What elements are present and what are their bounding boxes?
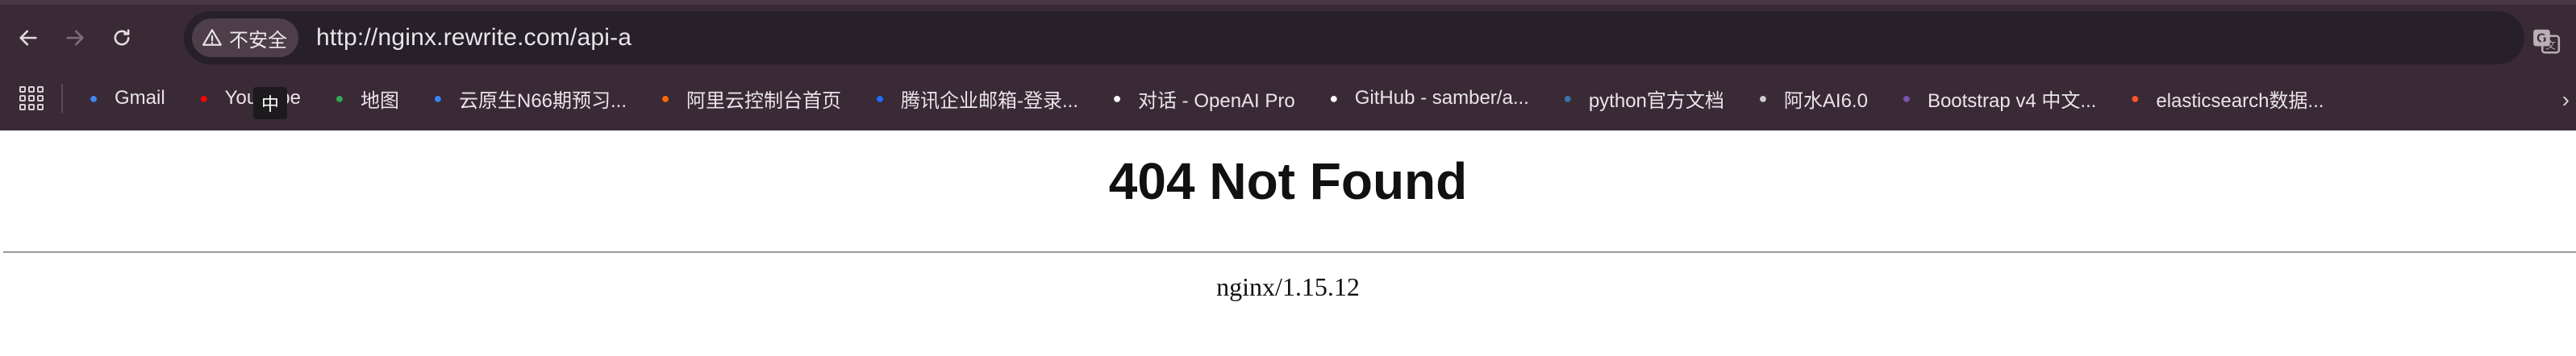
bookmark-item[interactable]: ● elasticsearch数据... [2124,85,2324,113]
bookmark-label: GitHub - samber/a... [1354,87,1529,109]
more-bookmarks-icon[interactable]: › [2562,87,2570,113]
forward-arrow-icon [66,30,84,46]
divider [3,251,2576,253]
bookmark-item[interactable]: ● 对话 - OpenAI Pro [1106,85,1295,113]
url-text[interactable]: http://nginx.rewrite.com/api-a [316,24,631,52]
cloud-icon: ● [433,89,443,106]
translate-icon[interactable]: G 文 [2531,26,2561,56]
bookmark-label: Gmail [115,87,165,109]
bookmark-item[interactable]: ● Gmail [82,87,165,110]
bookmark-item[interactable]: ● GitHub - samber/a... [1323,87,1529,110]
browser-chrome: 不安全 http://nginx.rewrite.com/api-a G 文 ●… [0,0,2576,130]
bookmark-item[interactable]: ● Bootstrap v4 中文... [1895,85,2097,113]
aliyun-icon: ● [661,89,670,106]
back-button[interactable] [10,19,47,56]
security-indicator[interactable]: 不安全 [192,19,298,57]
youtube-icon: ● [199,89,209,106]
server-signature: nginx/1.15.12 [1216,272,1360,301]
bookmark-item[interactable]: ● 腾讯企业邮箱-登录... [869,85,1078,113]
bookmark-label: Bootstrap v4 中文... [1927,89,2097,112]
bookmark-item[interactable]: ● 地图 [328,85,399,113]
back-arrow-icon [19,30,37,46]
reload-icon [114,29,130,46]
forward-button[interactable] [56,19,94,56]
reload-button[interactable] [103,19,140,56]
python-icon: ● [1563,89,1573,106]
bookmark-label: 阿里云控制台首页 [686,89,842,112]
bookmark-item[interactable]: ● python官方文档 [1557,85,1724,113]
bookmark-item[interactable]: ● 阿里云控制台首页 [654,85,841,113]
warning-icon [202,29,222,46]
gmail-icon: ● [89,89,98,106]
maps-icon: ● [335,89,344,106]
bookmark-label: 腾讯企业邮箱-登录... [901,89,1079,112]
csdn-icon: ● [2130,89,2140,106]
page-content: 404 Not Found nginx/1.15.12 [0,130,2576,356]
tencent-mail-icon: ● [875,89,885,106]
bookmark-label: 地图 [360,89,399,112]
page-title: 404 Not Found [1108,152,1468,210]
apps-grid-icon[interactable] [19,86,44,110]
bookmarks-bar: ●Gmail●YouTube●地图●云原生N66期预习...●阿里云控制台首页●… [0,81,2576,116]
ime-indicator: 中 [253,87,287,119]
openai-icon: ● [1112,89,1122,106]
bookmark-item[interactable]: ● 阿水AI6.0 [1752,85,1868,113]
bootstrap-icon: ● [1902,89,1911,106]
bookmark-label: 云原生N66期预习... [458,89,627,112]
address-bar[interactable]: 不安全 http://nginx.rewrite.com/api-a [184,11,2524,64]
bookmarks-divider [61,84,63,113]
ai-icon: ● [1758,89,1768,106]
bookmark-label: elasticsearch数据... [2156,89,2324,112]
bookmark-item[interactable]: ● 云原生N66期预习... [427,85,627,113]
bookmark-label: 对话 - OpenAI Pro [1138,89,1295,112]
svg-text:文: 文 [2545,39,2556,52]
bookmark-label: python官方文档 [1588,89,1724,112]
github-icon: ● [1329,89,1339,106]
bookmark-label: 阿水AI6.0 [1783,89,1868,112]
security-label: 不安全 [229,29,287,52]
